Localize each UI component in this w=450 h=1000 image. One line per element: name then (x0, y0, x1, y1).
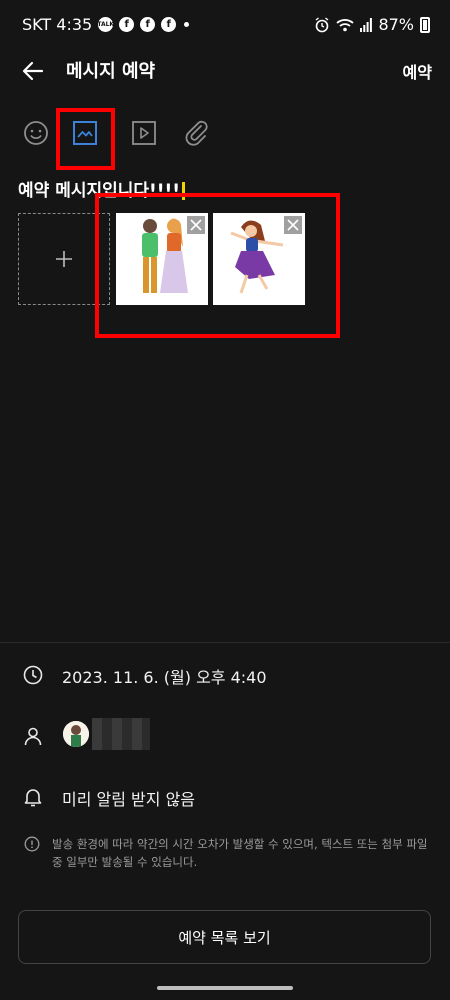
plus-icon (56, 251, 72, 267)
bell-icon (22, 786, 44, 808)
alert-setting[interactable]: 미리 알림 받지 않음 (62, 786, 195, 810)
alarm-icon (316, 16, 329, 32)
reservation-list-button[interactable]: 예약 목록 보기 (18, 910, 431, 964)
info-icon (24, 836, 40, 852)
battery-percent: 87% (378, 15, 414, 34)
battery-icon (420, 16, 430, 33)
back-button[interactable] (18, 56, 48, 86)
attach-button[interactable] (180, 116, 214, 150)
schedule-button[interactable]: 예약 (403, 59, 432, 83)
video-icon (132, 121, 156, 145)
status-bar: SKT 4:35 TALK f f f 87% (0, 0, 450, 50)
arrow-left-icon (22, 61, 44, 81)
talk-icon: TALK (97, 17, 114, 32)
image-button[interactable] (68, 116, 102, 150)
emoji-button[interactable] (19, 116, 53, 150)
recipient-avatar[interactable] (63, 721, 89, 747)
close-icon (287, 219, 299, 231)
attached-image[interactable] (116, 213, 208, 305)
schedule-datetime[interactable]: 2023. 11. 6. (월) 오후 4:40 (62, 664, 267, 688)
remove-image-button[interactable] (187, 216, 205, 234)
facebook-icon: f (119, 17, 135, 32)
attached-image[interactable] (213, 213, 305, 305)
carrier-time: SKT 4:35 (22, 15, 93, 34)
recipient-name-hidden (92, 718, 150, 750)
page-title: 메시지 예약 (66, 61, 156, 82)
avatar-image (63, 721, 89, 747)
wifi-icon (336, 18, 355, 31)
signal-icon (360, 17, 373, 32)
status-left: SKT 4:35 TALK f f f (22, 15, 190, 34)
notification-dot (184, 22, 190, 27)
person-icon (22, 725, 44, 747)
attach-icon (185, 120, 208, 146)
home-indicator[interactable] (157, 986, 293, 990)
image-icon (73, 121, 97, 145)
clock-icon (22, 664, 44, 686)
section-divider (0, 642, 450, 643)
close-icon (190, 219, 202, 231)
remove-image-button[interactable] (284, 216, 302, 234)
notice-text: 발송 환경에 따라 약간의 시간 오차가 발생할 수 있으며, 텍스트 또는 첨… (52, 837, 428, 869)
facebook-icon: f (140, 17, 156, 32)
status-right: 87% (314, 15, 430, 34)
emoji-icon (24, 121, 48, 145)
facebook-icon: f (161, 17, 177, 32)
video-button[interactable] (127, 116, 161, 150)
